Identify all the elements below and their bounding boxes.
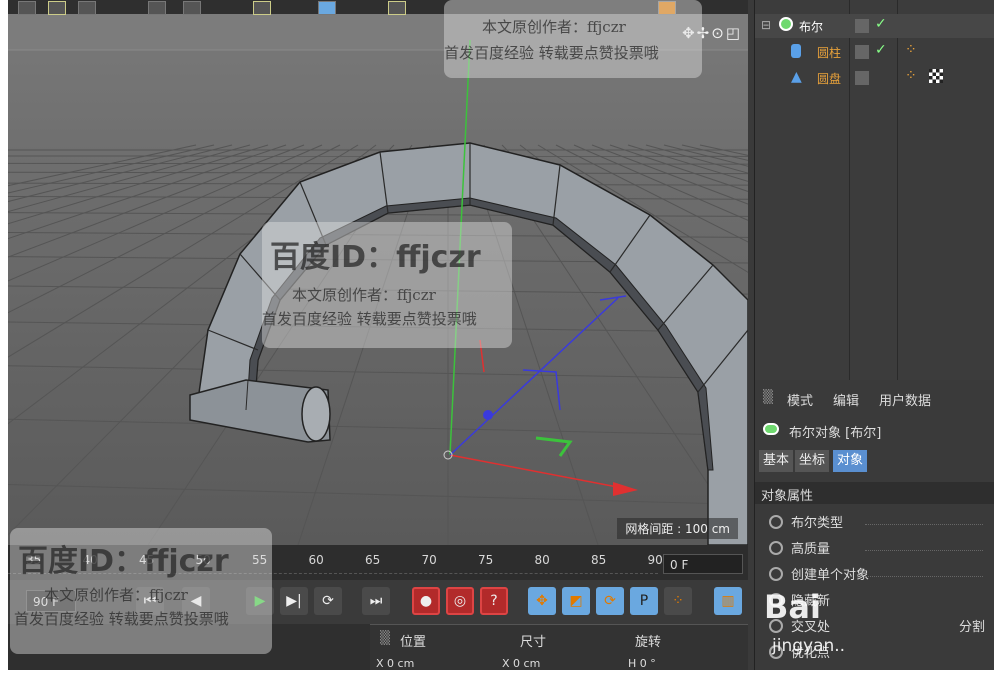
prop-high-quality[interactable]: 高质量 (769, 538, 830, 557)
go-end-button[interactable]: ⏭ (362, 587, 390, 615)
param-key-button[interactable]: P (630, 587, 658, 615)
move-key-button[interactable]: ✥ (528, 587, 556, 615)
x-pos-field[interactable]: X 0 cm (376, 657, 414, 670)
tab-coord[interactable]: 坐标 (795, 450, 830, 472)
rotate-key-button[interactable]: ⟳ (596, 587, 624, 615)
radio-icon (769, 567, 783, 581)
c4d-window: ✥✢⊙◰ 网格间距 : 100 cm 35 40 45 50 55 60 65 70 75 80 8… (8, 0, 994, 670)
prop-boole-type[interactable]: 布尔类型 (769, 512, 843, 531)
watermark-id: 百度ID：ffjczr (270, 240, 481, 275)
film-icon[interactable]: ▥ (714, 587, 742, 615)
timeline-tick-label: 65 (365, 553, 381, 567)
h-rot-field[interactable]: H 0 ° (628, 657, 656, 670)
watermark-id: 百度ID：ffjczr (18, 544, 229, 579)
object-row-boole[interactable]: ⊟ 布尔 ✓ (755, 14, 994, 38)
watermark-author: 本文原创作者：ffjczr (482, 18, 626, 36)
prop-split-text: 分割 (959, 620, 986, 635)
phong-tag-icon[interactable]: ⁘ (905, 42, 917, 58)
watermark-author: 本文原创作者：ffjczr (292, 286, 436, 304)
toolbar-icon[interactable] (183, 1, 201, 15)
toolbar-icon[interactable] (388, 1, 406, 15)
radio-icon (769, 515, 783, 529)
attribute-manager: ▒ 模式 编辑 用户数据 布尔对象 [布尔] 基本 坐标 对象 对象属性 布尔类… (754, 380, 994, 670)
record-button[interactable]: ● (412, 587, 440, 615)
tab-basic[interactable]: 基本 (759, 450, 794, 472)
timeline-tick-label: 60 (308, 553, 324, 567)
keyframe-help-button[interactable]: ? (480, 587, 508, 615)
watermark-note: 首发百度经验 转载要点赞投票哦 (14, 610, 229, 628)
layer-tag-icon[interactable] (855, 19, 869, 33)
boole-icon (779, 17, 793, 31)
cylinder-icon (791, 44, 801, 58)
prop-single-object[interactable]: 创建单个对象 (769, 564, 869, 583)
loop-icon[interactable]: ⟳ (314, 587, 342, 615)
object-name: 圆盘 (817, 72, 842, 86)
watermark-box (444, 0, 702, 78)
autokey-button[interactable]: ◎ (446, 587, 474, 615)
disc-icon: ▲ (791, 69, 802, 85)
object-name: 布尔 (799, 20, 824, 34)
timeline-tick-label: 75 (478, 553, 494, 567)
section-title: 对象属性 (761, 489, 814, 504)
object-row-disc[interactable]: ▲ 圆盘 ⁘ (755, 66, 994, 90)
tab-object[interactable]: 对象 (833, 450, 868, 472)
object-manager: ⊟ 布尔 ✓ 圆柱 ✓ ⁘ ▲ 圆盘 ⁘ (754, 0, 994, 380)
object-name: 圆柱 (817, 46, 842, 60)
coordinates-panel: ▒ 位置 尺寸 旋转 X 0 cm X 0 cm H 0 ° (370, 624, 748, 670)
layer-tag-icon[interactable] (855, 71, 869, 85)
timeline-tick-label: 70 (421, 553, 437, 567)
position-header: 位置 (400, 635, 427, 650)
boole-icon (763, 423, 779, 435)
next-frame-button[interactable]: ▶| (280, 587, 308, 615)
panel-grip-icon: ▒ (380, 631, 390, 646)
timeline-tick-label: 85 (591, 553, 607, 567)
scale-key-button[interactable]: ◩ (562, 587, 590, 615)
toolbar-icon[interactable] (48, 1, 66, 15)
phong-tag-icon[interactable]: ⁘ (905, 68, 917, 84)
panel-grip-icon: ▒ (763, 390, 773, 405)
object-row-cylinder[interactable]: 圆柱 ✓ ⁘ (755, 40, 994, 64)
watermark-author: 本文原创作者：ffjczr (44, 586, 188, 604)
timeline-tick-label: 90 (647, 553, 663, 567)
current-frame-field[interactable]: 0 F (663, 554, 743, 574)
toolbar-icon[interactable] (148, 1, 166, 15)
baidu-logo: Bai (764, 588, 821, 626)
grid-spacing-label: 网格间距 : 100 cm (617, 518, 738, 539)
timeline-tick-label: 80 (534, 553, 550, 567)
radio-icon (769, 541, 783, 555)
enabled-check-icon[interactable]: ✓ (875, 16, 887, 32)
layer-tag-icon[interactable] (855, 45, 869, 59)
toolbar-icon[interactable] (318, 1, 336, 15)
menu-edit[interactable]: 编辑 (833, 390, 859, 409)
object-title: 布尔对象 [布尔] (789, 426, 882, 441)
watermark-note: 首发百度经验 转载要点赞投票哦 (262, 310, 477, 328)
toolbar-icon[interactable] (78, 1, 96, 15)
toolbar-icon[interactable] (18, 1, 36, 15)
size-header: 尺寸 (520, 635, 547, 650)
toolbar-icon[interactable] (253, 1, 271, 15)
watermark-note: 首发百度经验 转载要点赞投票哦 (444, 44, 659, 62)
points-key-button[interactable]: ⁘ (664, 587, 692, 615)
x-size-field[interactable]: X 0 cm (502, 657, 540, 670)
baidu-logo-sub: jingyan.. (772, 636, 846, 656)
rotation-header: 旋转 (635, 635, 662, 650)
menu-user-data[interactable]: 用户数据 (879, 390, 931, 409)
section-header: 对象属性 (755, 482, 994, 504)
material-tag-icon[interactable] (929, 69, 943, 83)
tree-expand-icon[interactable]: ⊟ (761, 18, 771, 32)
menu-mode[interactable]: 模式 (787, 390, 813, 409)
enabled-check-icon[interactable]: ✓ (875, 42, 887, 58)
